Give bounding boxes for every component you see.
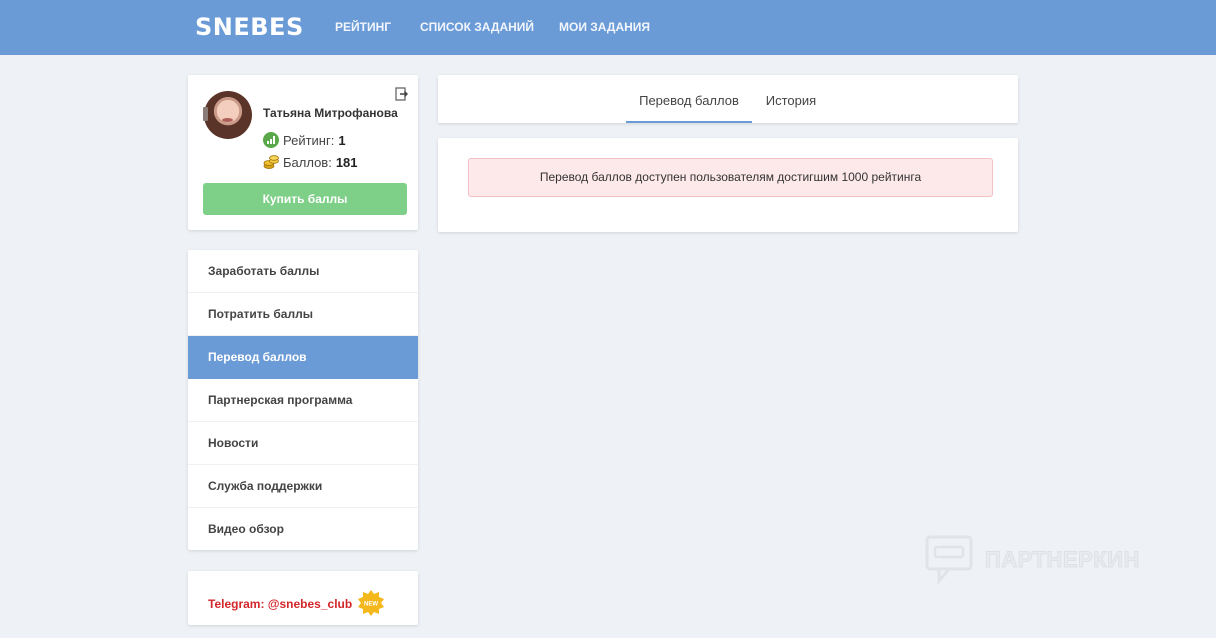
points-label: Баллов:: [283, 154, 332, 170]
menu-item-video-review[interactable]: Видео обзор: [188, 508, 418, 550]
new-badge-text: NEW: [364, 602, 378, 608]
menu-item-spend-points[interactable]: Потратить баллы: [188, 293, 418, 336]
telegram-card: Telegram: @snebes_club NEW: [188, 571, 418, 625]
menu-item-partner-program[interactable]: Партнерская программа: [188, 379, 418, 422]
rating-value: 1: [338, 132, 346, 148]
watermark: ПАРТНЕРКИН: [925, 535, 1140, 585]
telegram-link[interactable]: Telegram: @snebes_club: [208, 597, 352, 611]
nav-task-list[interactable]: СПИСОК ЗАДАНИЙ: [420, 20, 534, 34]
user-name: Татьяна Митрофанова: [263, 106, 398, 120]
logout-icon[interactable]: [395, 87, 408, 101]
rating-label: Рейтинг:: [283, 132, 335, 148]
menu-item-earn-points[interactable]: Заработать баллы: [188, 250, 418, 293]
coins-icon: [263, 155, 279, 169]
rating-icon: [263, 132, 279, 148]
profile-card: Татьяна Митрофанова Рейтинг: 1 Баллов: 1…: [188, 75, 418, 230]
tab-transfer-points[interactable]: Перевод баллов: [626, 75, 752, 123]
avatar[interactable]: [204, 91, 252, 139]
points-value: 181: [335, 154, 358, 170]
buy-points-button[interactable]: Купить баллы: [203, 183, 407, 215]
site-logo[interactable]: SNEBES: [195, 13, 304, 41]
sidebar-menu: Заработать баллы Потратить баллы Перевод…: [188, 250, 418, 550]
transfer-panel: Перевод баллов доступен пользователям до…: [438, 138, 1018, 232]
top-navbar: SNEBES РЕЙТИНГ СПИСОК ЗАДАНИЙ МОИ ЗАДАНИ…: [0, 0, 1216, 55]
transfer-unavailable-alert: Перевод баллов доступен пользователям до…: [468, 158, 993, 197]
tab-history[interactable]: История: [756, 75, 826, 123]
menu-item-news[interactable]: Новости: [188, 422, 418, 465]
tabs-bar: Перевод баллов История: [438, 75, 1018, 123]
points-row: Баллов: 181: [263, 154, 358, 170]
watermark-text: ПАРТНЕРКИН: [985, 547, 1140, 573]
rating-row: Рейтинг: 1: [263, 132, 346, 148]
menu-item-support[interactable]: Служба поддержки: [188, 465, 418, 508]
new-badge-icon: NEW: [358, 590, 384, 616]
watermark-logo-icon: [925, 535, 973, 585]
nav-rating[interactable]: РЕЙТИНГ: [335, 20, 391, 34]
avatar-edge: [203, 107, 208, 121]
nav-my-tasks[interactable]: МОИ ЗАДАНИЯ: [559, 20, 650, 34]
menu-item-transfer-points[interactable]: Перевод баллов: [188, 336, 418, 379]
